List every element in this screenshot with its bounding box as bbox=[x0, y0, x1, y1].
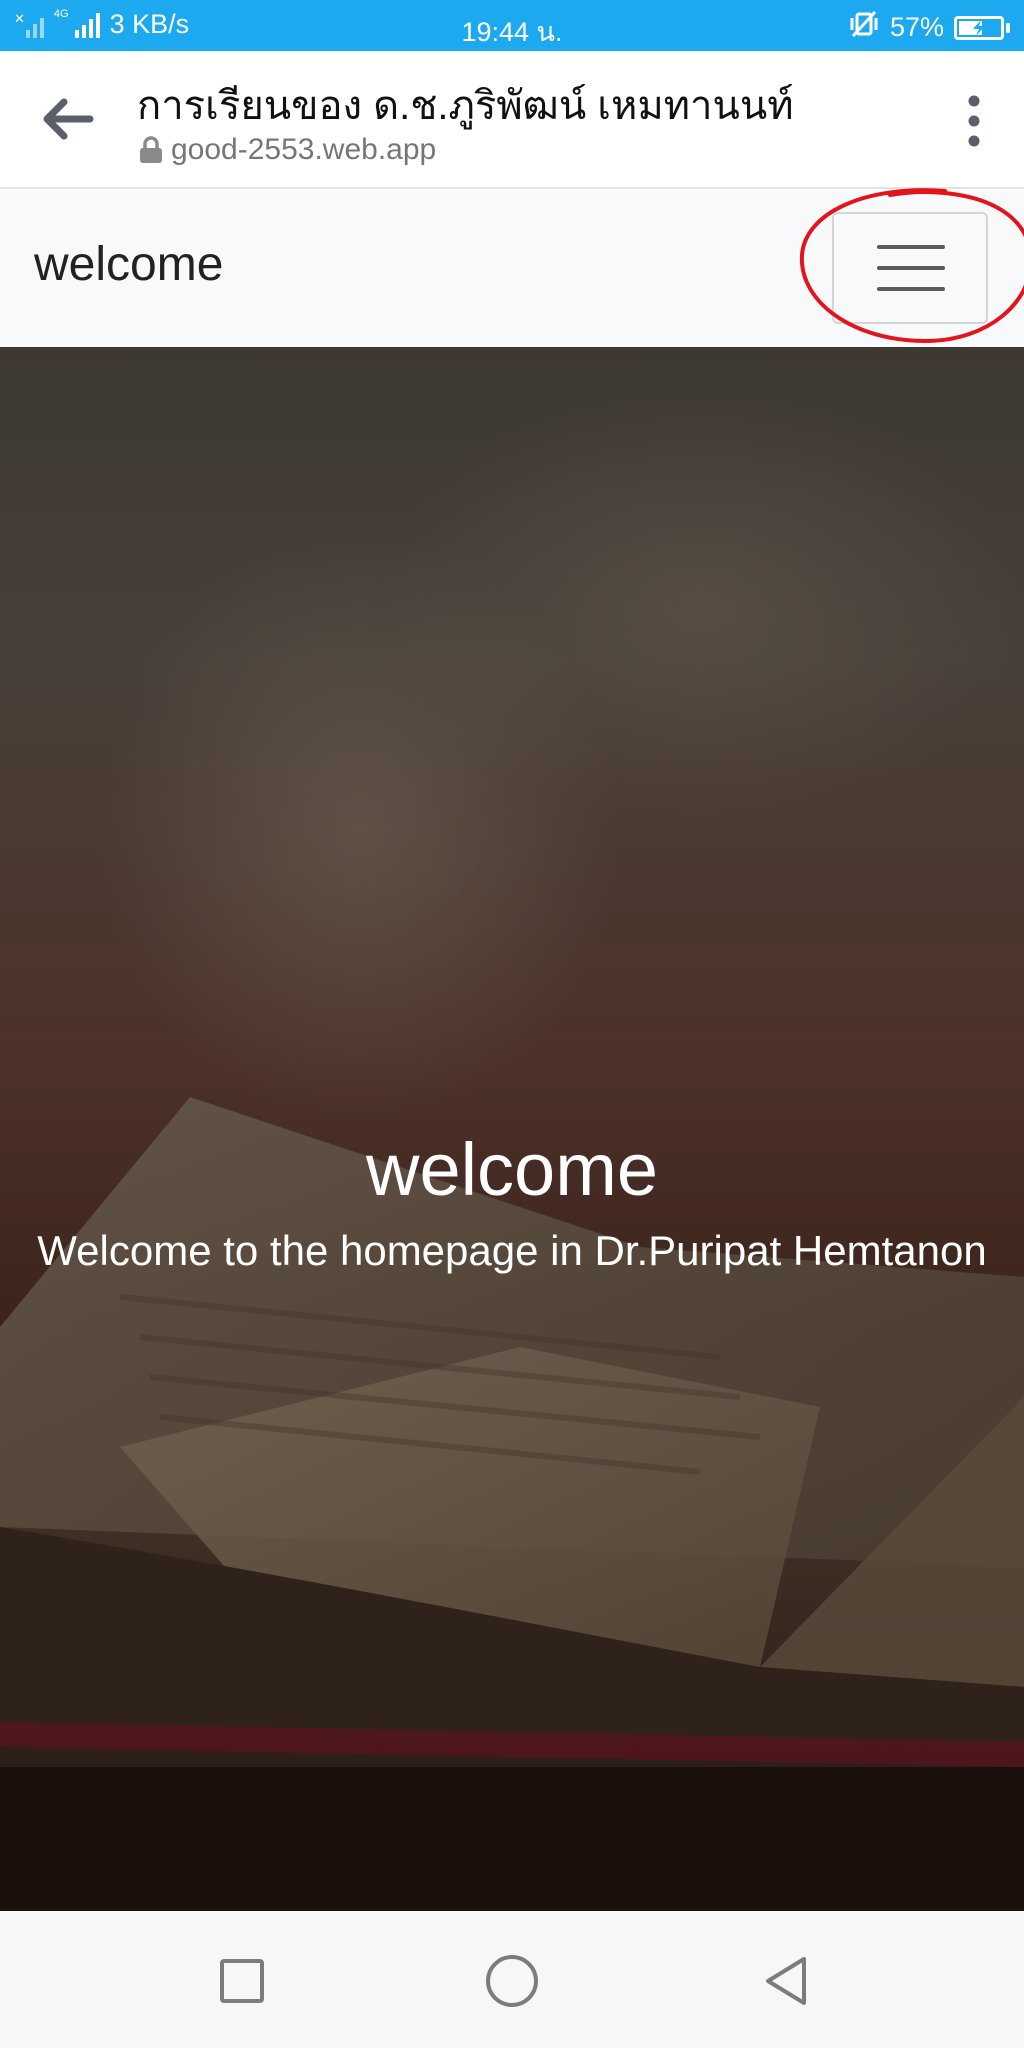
status-right-group: 57% bbox=[848, 9, 1010, 46]
home-button[interactable] bbox=[486, 1955, 538, 2007]
url-row[interactable]: good-2553.web.app bbox=[139, 133, 436, 167]
system-back-button[interactable] bbox=[760, 1953, 812, 2009]
triangle-back-icon bbox=[766, 1957, 806, 2005]
battery-icon bbox=[954, 15, 1010, 40]
hero-title: welcome bbox=[366, 1128, 658, 1211]
back-button[interactable] bbox=[30, 81, 106, 157]
site-navbar: welcome bbox=[0, 191, 1024, 347]
url-text: good-2553.web.app bbox=[171, 133, 437, 166]
battery-percent: 57% bbox=[889, 12, 944, 42]
page-title: การเรียนของ ด.ช.ภูริพัฒน์ เหมทานนท์ bbox=[137, 84, 794, 128]
vibrate-mute-icon bbox=[848, 9, 880, 46]
more-vertical-icon bbox=[968, 95, 980, 147]
more-options-button[interactable] bbox=[944, 89, 1004, 153]
recent-apps-button[interactable] bbox=[220, 1959, 264, 2003]
lock-icon bbox=[140, 136, 162, 163]
navbar-brand[interactable]: welcome bbox=[34, 237, 223, 292]
status-bar: ✕ 4G 3 KB/s 19:44 น. 57% bbox=[0, 0, 1024, 51]
hero-section: welcome Welcome to the homepage in Dr.Pu… bbox=[0, 347, 1024, 1911]
system-navigation-bar bbox=[0, 1911, 1024, 2048]
navbar-toggle-button[interactable] bbox=[832, 212, 988, 324]
browser-app-bar: การเรียนของ ด.ช.ภูริพัฒน์ เหมทานนท์ good… bbox=[0, 51, 1024, 189]
hero-subtitle: Welcome to the homepage in Dr.Puripat He… bbox=[37, 1227, 987, 1274]
arrow-left-icon bbox=[43, 98, 94, 140]
